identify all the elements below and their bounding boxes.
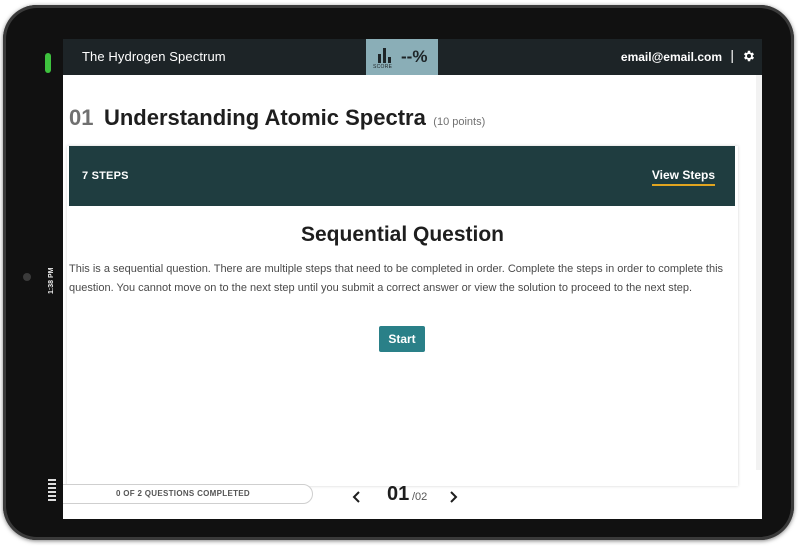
steps-count: 7 STEPS bbox=[82, 170, 129, 182]
score-label: SCORE bbox=[373, 64, 393, 70]
tablet-side-button bbox=[45, 53, 51, 73]
topbar-divider: | bbox=[730, 47, 734, 63]
tablet-frame: 1:38 PM The Hydrogen Spectrum SCORE --% … bbox=[3, 5, 794, 540]
main-content: 01 Understanding Atomic Spectra (10 poin… bbox=[63, 75, 762, 519]
steps-bar: 7 STEPS View Steps bbox=[69, 146, 735, 206]
tablet-camera bbox=[23, 273, 31, 281]
pager-current-page: 01 bbox=[387, 483, 410, 505]
question-heading: 01 Understanding Atomic Spectra (10 poin… bbox=[69, 105, 485, 131]
chevron-right-icon[interactable] bbox=[445, 489, 461, 505]
gear-icon[interactable] bbox=[742, 49, 756, 63]
question-number: 01 bbox=[69, 105, 94, 130]
start-button[interactable]: Start bbox=[379, 326, 425, 352]
device-battery-icon bbox=[48, 479, 56, 503]
device-status-time: 1:38 PM bbox=[48, 267, 55, 295]
user-email[interactable]: email@email.com bbox=[621, 50, 722, 64]
chevron-left-icon[interactable] bbox=[349, 489, 365, 505]
top-bar: The Hydrogen Spectrum SCORE --% email@em… bbox=[63, 39, 762, 75]
section-description: This is a sequential question. There are… bbox=[69, 263, 724, 294]
score-value: --% bbox=[401, 47, 428, 66]
question-card: 7 STEPS View Steps Sequential Question T… bbox=[67, 146, 738, 486]
pager-total-pages: /02 bbox=[412, 491, 428, 503]
questions-progress: 0 OF 2 QUESTIONS COMPLETED bbox=[63, 484, 313, 504]
scrollbar[interactable] bbox=[756, 75, 762, 470]
app-screen: The Hydrogen Spectrum SCORE --% email@em… bbox=[63, 39, 762, 519]
section-title: Sequential Question bbox=[300, 223, 505, 246]
bar-chart-icon bbox=[378, 47, 392, 63]
score-widget[interactable]: SCORE --% bbox=[366, 39, 438, 75]
question-title: Understanding Atomic Spectra bbox=[103, 105, 426, 130]
assignment-title: The Hydrogen Spectrum bbox=[82, 49, 226, 64]
question-points: (10 points) bbox=[433, 116, 486, 128]
view-steps-link[interactable]: View Steps bbox=[651, 168, 715, 186]
